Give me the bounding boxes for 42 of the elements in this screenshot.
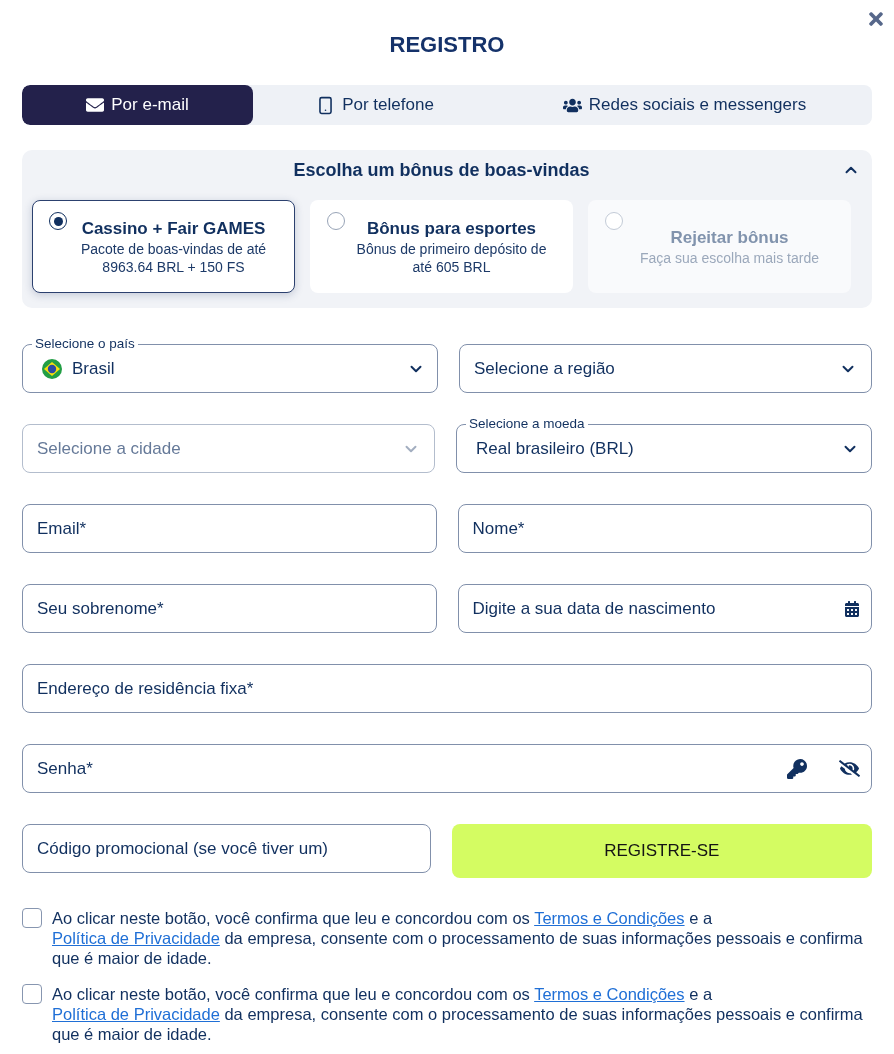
bonus-heading: Escolha um bônus de boas-vindas [293, 159, 590, 182]
bonus-description: Faça sua escolha mais tarde [640, 248, 819, 267]
input-field[interactable]: Seu sobrenome* [22, 584, 437, 633]
input-field[interactable]: Email* [22, 504, 437, 553]
checkbox[interactable] [22, 908, 42, 928]
select-field[interactable]: Selecione a região [459, 344, 872, 393]
calendar-icon[interactable] [844, 600, 860, 617]
text-link[interactable]: Termos e Condições [534, 985, 685, 1003]
bonus-option-card[interactable]: Cassino + Fair GAMES Pacote de boas-vindas de até 8963.64 BRL + 150 FS [32, 200, 295, 293]
text-link[interactable]: Termos e Condições [534, 909, 685, 927]
password-field[interactable]: Senha* [22, 744, 872, 793]
key-icon[interactable] [787, 758, 807, 779]
select-field[interactable]: Selecione a moeda Real brasileiro (BRL) [456, 417, 872, 473]
consent-text: Ao clicar neste botão, você confirma que leu e concordou com os Termos e Condições e a Política de Privacidade da empresa, consente com o processamento de suas informações pessoais e confirma que é maior de idade. [52, 984, 864, 1044]
input-field[interactable]: Endereço de residência fixa* [22, 664, 872, 713]
bonus-description: Bônus de primeiro depósito de até 605 BRL [355, 239, 548, 276]
input-field[interactable]: Código promocional (se você tiver um) [22, 824, 431, 873]
dialog-title: REGISTRO [389, 32, 505, 58]
tab[interactable]: Por e-mail [22, 85, 253, 125]
country-select[interactable]: Selecione o país Brasil [22, 337, 438, 393]
checkbox[interactable] [22, 984, 42, 1004]
visibility-toggle[interactable] [839, 758, 860, 779]
tab[interactable]: Redes sociais e messengers [497, 85, 872, 125]
flag-icon [42, 359, 62, 379]
text-link[interactable]: Política de Privacidade [52, 1005, 220, 1023]
text-link[interactable]: Política de Privacidade [52, 929, 220, 947]
consent-text: Ao clicar neste botão, você confirma que leu e concordou com os Termos e Condições e a Política de Privacidade da empresa, consente com o processamento de suas informações pessoais e confirma que é maior de idade. [52, 908, 864, 968]
date-field[interactable]: Digite a sua data de nascimento [457, 584, 872, 633]
field-label: Selecione o país [34, 337, 136, 351]
field-label: Selecione a moeda [468, 417, 586, 431]
envelope-icon [86, 96, 105, 114]
bonus-title: Bônus para esportes [366, 217, 537, 240]
bonus-title: Cassino + Fair GAMES [81, 217, 266, 240]
tab[interactable]: Por telefone [253, 85, 497, 125]
input-field[interactable]: Nome* [457, 504, 872, 553]
register-button[interactable]: REGISTRE-SE [451, 824, 872, 878]
bonus-description: Pacote de boas-vindas de até 8963.64 BRL + 150 FS [79, 239, 268, 276]
eye-slash-icon [839, 758, 860, 779]
bonus-title: Rejeitar bônus [670, 226, 789, 249]
close-icon [866, 9, 886, 29]
bonus-option-card[interactable]: Bônus para esportes Bônus de primeiro depósito de até 605 BRL [310, 200, 573, 293]
close-button[interactable] [866, 9, 886, 29]
